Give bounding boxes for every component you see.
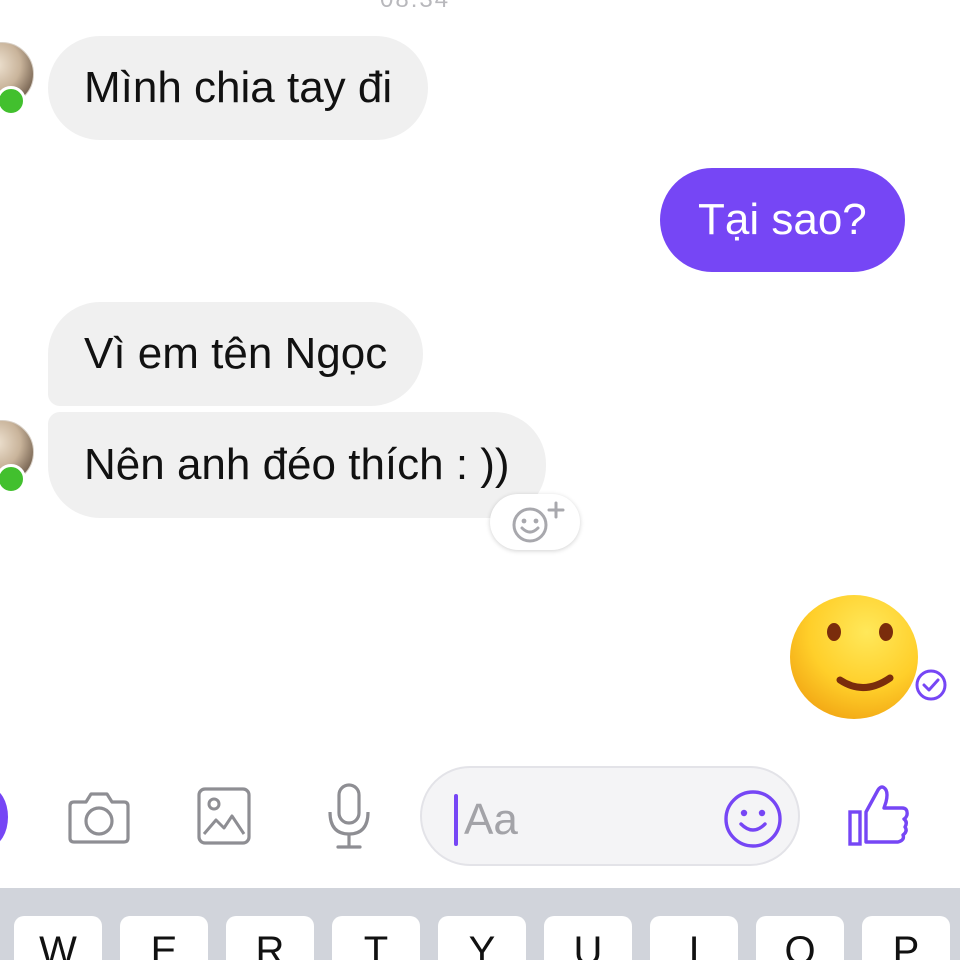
message-input-placeholder: Aa	[464, 795, 518, 844]
message-text: Tại sao?	[698, 195, 867, 244]
keyboard-key[interactable]: Y	[438, 916, 526, 960]
keyboard-key[interactable]: P	[862, 916, 950, 960]
message-composer: Aa	[0, 760, 960, 880]
message-input[interactable]: Aa	[420, 766, 800, 866]
message-text: Mình chia tay đi	[84, 63, 393, 112]
thumbs-up-icon[interactable]	[846, 782, 912, 848]
text-cursor	[454, 794, 458, 846]
more-actions-button[interactable]	[0, 788, 8, 846]
online-status-dot	[0, 86, 26, 116]
online-status-dot	[0, 464, 26, 494]
sent-check-icon	[915, 669, 947, 701]
keyboard-key[interactable]: R	[226, 916, 314, 960]
keyboard-key[interactable]: E	[120, 916, 208, 960]
message-text: Vì em tên Ngọc	[84, 329, 388, 378]
add-reaction-button[interactable]	[490, 494, 580, 550]
smiling-face-emoji[interactable]	[788, 594, 920, 720]
image-icon[interactable]	[196, 786, 252, 846]
message-timestamp: 08:34	[380, 0, 450, 14]
message-bubble-incoming[interactable]: Vì em tên Ngọc	[48, 302, 424, 406]
keyboard-key[interactable]: I	[650, 916, 738, 960]
message-bubble-outgoing[interactable]: Tại sao?	[660, 168, 905, 272]
microphone-icon[interactable]	[324, 782, 374, 852]
contact-avatar[interactable]	[0, 42, 34, 116]
message-bubble-incoming[interactable]: Mình chia tay đi	[48, 36, 429, 140]
keyboard-key[interactable]: U	[544, 916, 632, 960]
contact-avatar[interactable]	[0, 420, 34, 494]
keyboard-key[interactable]: T	[332, 916, 420, 960]
message-bubble-incoming[interactable]: Nên anh đéo thích : ))	[48, 412, 546, 518]
keyboard-key[interactable]: O	[756, 916, 844, 960]
camera-icon[interactable]	[66, 786, 132, 848]
emoji-icon[interactable]	[722, 788, 784, 850]
add-reaction-icon	[512, 501, 565, 543]
keyboard-key[interactable]: W	[14, 916, 102, 960]
on-screen-keyboard: W E R T Y U I O P	[0, 888, 960, 960]
message-text: Nên anh đéo thích : ))	[84, 440, 510, 489]
